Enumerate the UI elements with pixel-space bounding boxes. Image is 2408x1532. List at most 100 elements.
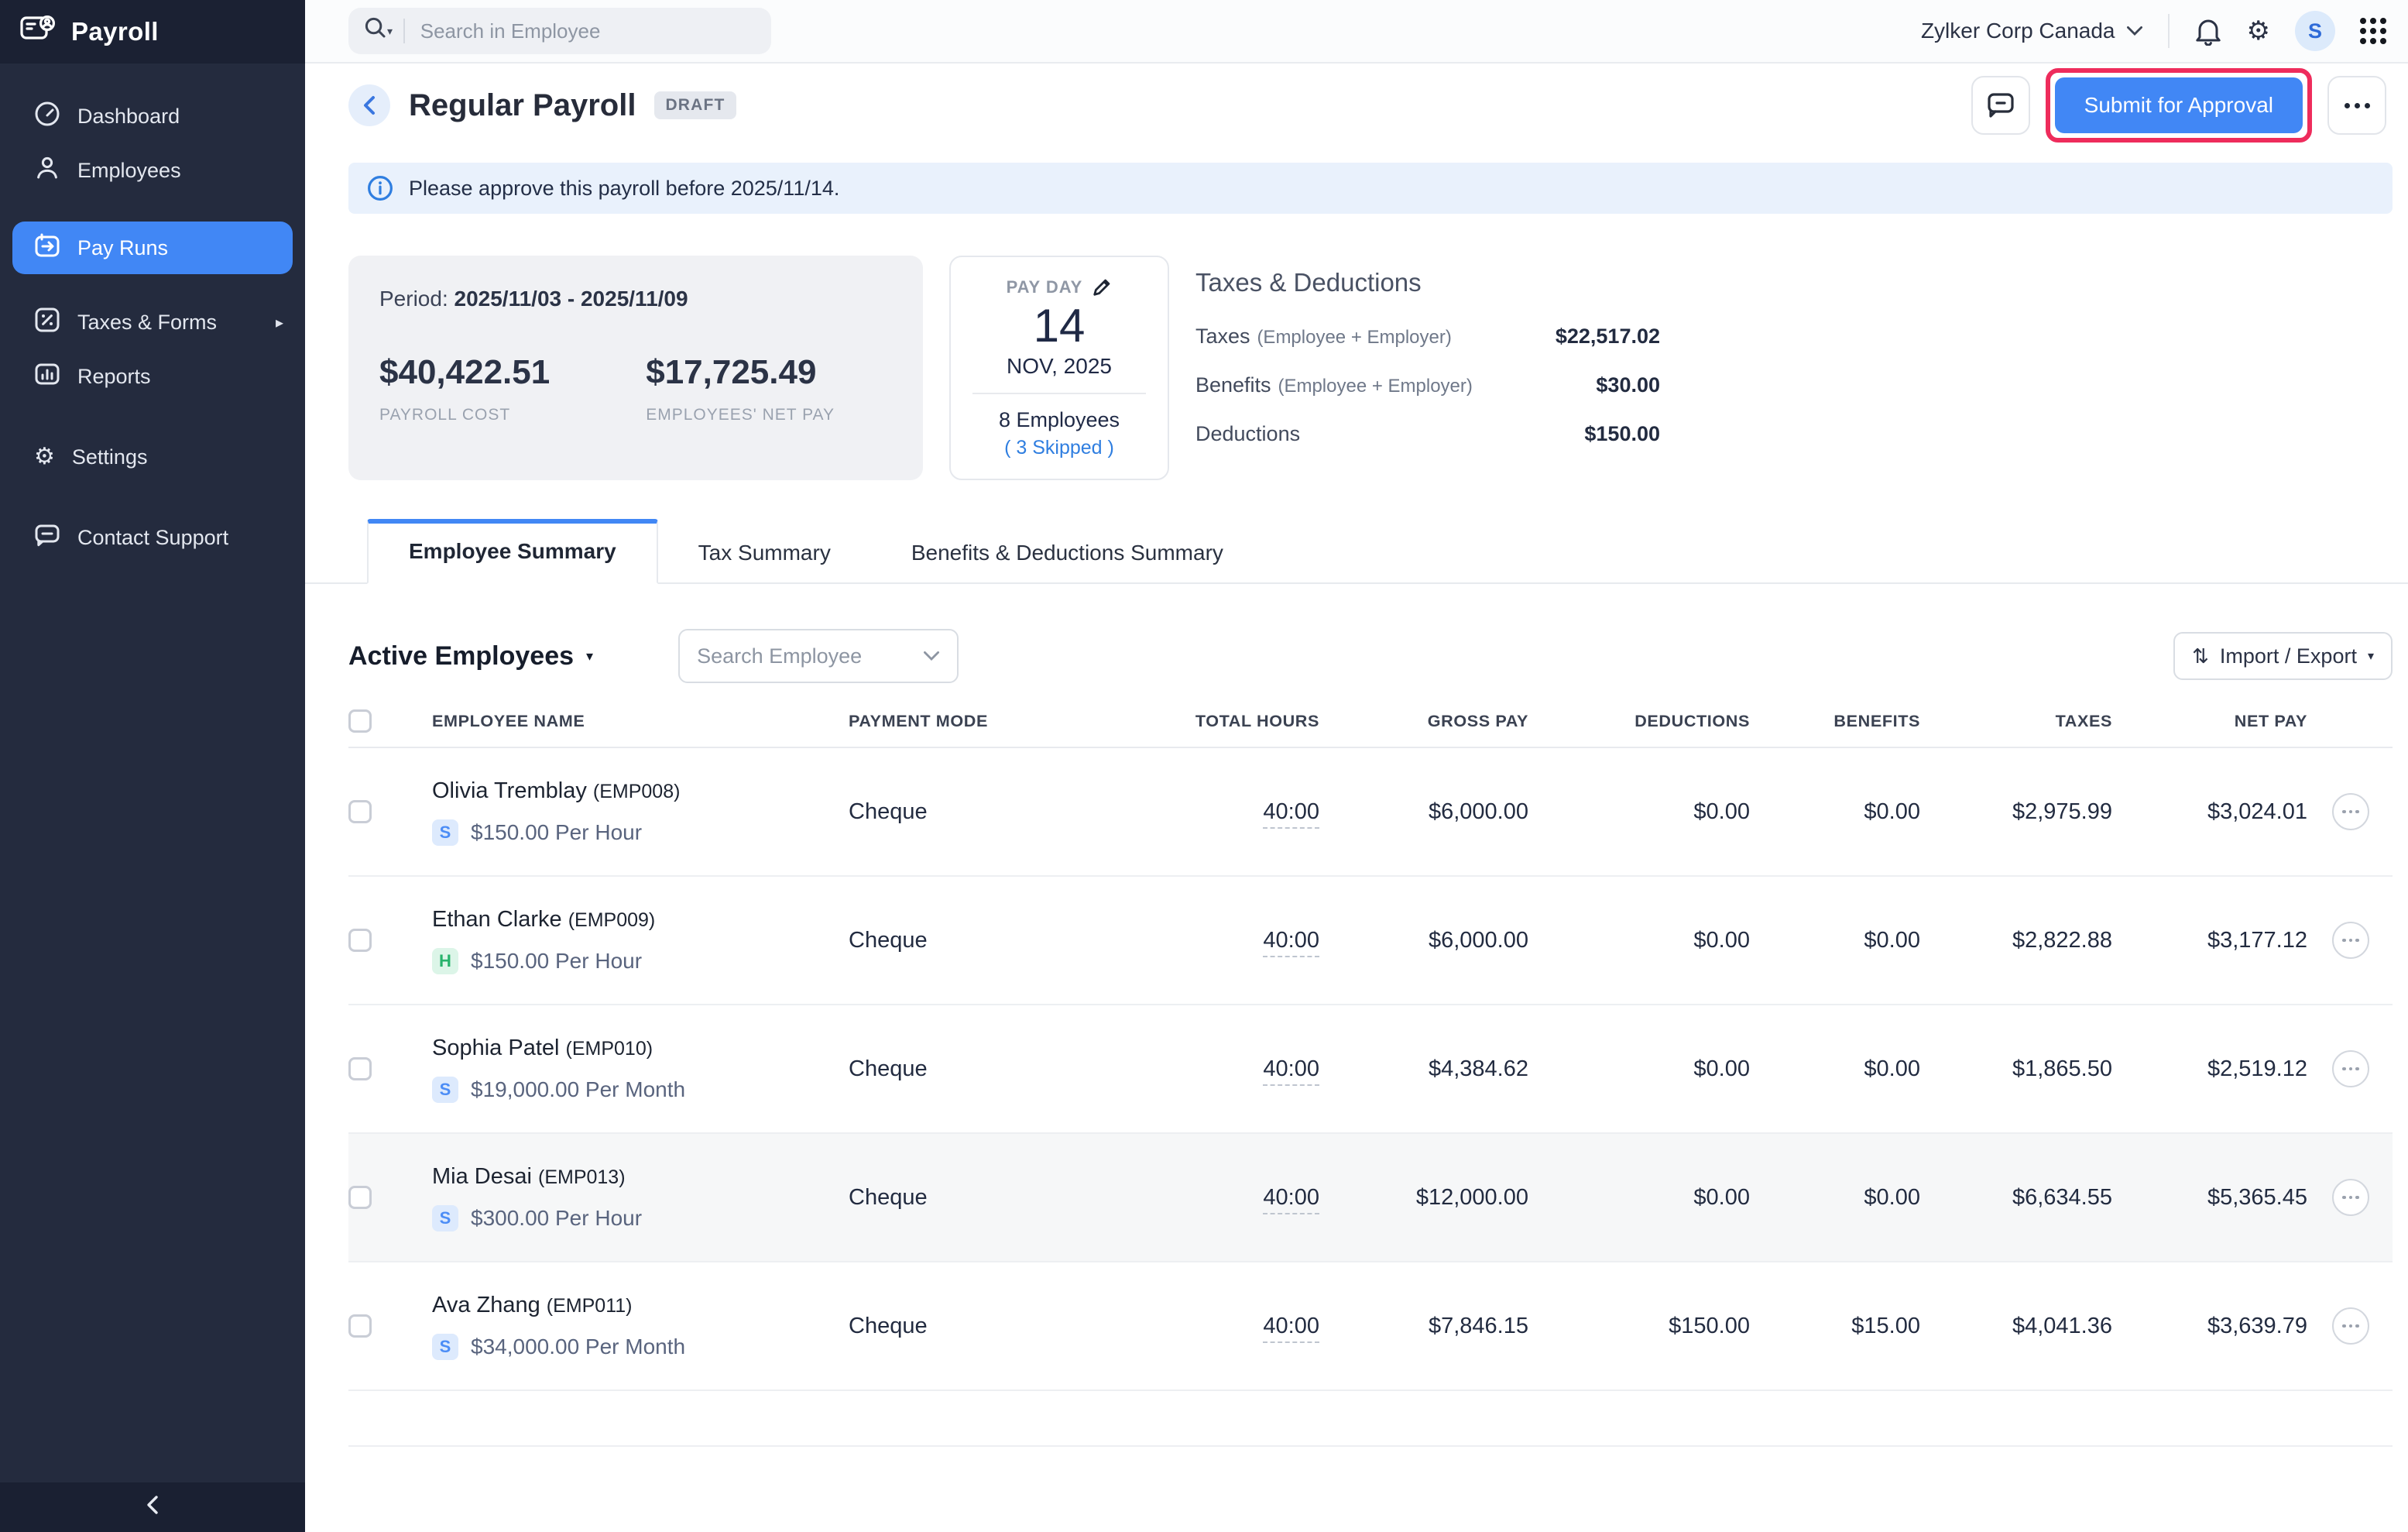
topbar-right: Zylker Corp Canada ⚙ S bbox=[1921, 11, 2386, 51]
net-pay: $3,177.12 bbox=[2112, 928, 2307, 953]
benefits-row: Benefits (Employee + Employer) $30.00 bbox=[1195, 369, 1660, 398]
col-benefits: BENEFITS bbox=[1750, 711, 1920, 731]
taxes: $4,041.36 bbox=[1920, 1314, 2112, 1339]
row-actions-button[interactable] bbox=[2332, 793, 2369, 830]
tab-tax-summary[interactable]: Tax Summary bbox=[658, 524, 871, 582]
import-export-button[interactable]: ⇅ Import / Export ▾ bbox=[2173, 632, 2393, 680]
more-options-button[interactable] bbox=[2327, 76, 2386, 135]
pay-rate: $150.00 Per Hour bbox=[471, 820, 642, 845]
total-hours[interactable]: 40:00 bbox=[1263, 1314, 1319, 1343]
payment-mode: Cheque bbox=[849, 1185, 1112, 1211]
apps-grid-icon[interactable] bbox=[2360, 18, 2386, 44]
status-badge: DRAFT bbox=[654, 91, 736, 119]
sidebar-item-reports[interactable]: Reports bbox=[0, 350, 305, 403]
row-checkbox[interactable] bbox=[348, 1314, 372, 1338]
org-selector[interactable]: Zylker Corp Canada bbox=[1921, 19, 2143, 43]
dashboard-icon bbox=[34, 101, 60, 132]
org-name: Zylker Corp Canada bbox=[1921, 19, 2115, 43]
table-toolbar: Active Employees ▾ ⇅ Import / Export ▾ bbox=[348, 629, 2393, 683]
import-export-label: Import / Export bbox=[2220, 644, 2357, 668]
global-search[interactable]: ▾ bbox=[348, 8, 771, 54]
caret-down-icon: ▾ bbox=[2368, 648, 2374, 664]
notifications-button[interactable] bbox=[2194, 16, 2222, 46]
payroll-cost-value: $40,422.51 bbox=[379, 353, 550, 392]
sidebar-item-pay-runs[interactable]: Pay Runs bbox=[12, 222, 293, 274]
payday-day: 14 bbox=[951, 299, 1168, 352]
sidebar-collapse-button[interactable] bbox=[0, 1482, 305, 1532]
annotation-highlight-box: Submit for Approval bbox=[2046, 68, 2312, 143]
employee-name[interactable]: Sophia Patel (EMP010) bbox=[432, 1036, 849, 1061]
net-pay: $3,024.01 bbox=[2112, 799, 2307, 825]
pay-rate: $300.00 Per Hour bbox=[471, 1206, 642, 1231]
tab-benefits-deductions-summary[interactable]: Benefits & Deductions Summary bbox=[871, 524, 1264, 582]
skipped-employees-link[interactable]: ( 3 Skipped ) bbox=[951, 437, 1168, 459]
sidebar-item-employees[interactable]: Employees bbox=[0, 144, 305, 197]
total-hours[interactable]: 40:00 bbox=[1263, 1185, 1319, 1214]
user-avatar[interactable]: S bbox=[2295, 11, 2335, 51]
global-search-input[interactable] bbox=[420, 19, 756, 43]
row-actions-button[interactable] bbox=[2332, 922, 2369, 959]
search-employee-input[interactable] bbox=[697, 644, 883, 668]
row-actions-button[interactable] bbox=[2332, 1307, 2369, 1345]
chevron-down-icon bbox=[923, 651, 940, 661]
sidebar-item-contact-support[interactable]: Contact Support bbox=[0, 511, 305, 564]
chevron-down-icon bbox=[2126, 26, 2143, 36]
ellipsis-icon bbox=[2345, 103, 2370, 108]
employee-name[interactable]: Ava Zhang (EMP011) bbox=[432, 1293, 849, 1318]
row-actions-button[interactable] bbox=[2332, 1050, 2369, 1087]
row-checkbox[interactable] bbox=[348, 1057, 372, 1080]
row-checkbox[interactable] bbox=[348, 929, 372, 952]
sidebar-nav: Dashboard Employees Pay Runs bbox=[0, 64, 305, 564]
employee-type-badge: H bbox=[432, 948, 458, 974]
payday-card: PAY DAY 14 NOV, 2025 8 Employees ( 3 Ski… bbox=[949, 256, 1169, 480]
total-hours[interactable]: 40:00 bbox=[1263, 799, 1319, 829]
import-export-icon: ⇅ bbox=[2192, 644, 2209, 668]
row-checkbox[interactable] bbox=[348, 1186, 372, 1209]
comments-button[interactable] bbox=[1971, 76, 2030, 135]
employee-filter-dropdown[interactable]: Active Employees ▾ bbox=[348, 641, 593, 672]
row-checkbox[interactable] bbox=[348, 800, 372, 823]
payment-mode: Cheque bbox=[849, 928, 1112, 953]
total-hours[interactable]: 40:00 bbox=[1263, 1056, 1319, 1086]
select-all-checkbox[interactable] bbox=[348, 709, 372, 733]
gross-pay: $12,000.00 bbox=[1319, 1185, 1528, 1211]
employee-name[interactable]: Ethan Clarke (EMP009) bbox=[432, 907, 849, 933]
sidebar-item-settings[interactable]: ⚙ Settings bbox=[0, 431, 305, 483]
back-button[interactable] bbox=[348, 84, 390, 126]
deductions-row: Deductions $150.00 bbox=[1195, 418, 1660, 447]
search-employee-select[interactable] bbox=[678, 629, 959, 683]
payroll-cost-label: PAYROLL COST bbox=[379, 406, 550, 424]
bell-icon bbox=[2194, 16, 2222, 46]
payday-label: PAY DAY bbox=[1007, 277, 1083, 297]
taxes-deductions-section: Taxes & Deductions Taxes (Employee + Emp… bbox=[1195, 256, 1660, 467]
submit-for-approval-button[interactable]: Submit for Approval bbox=[2055, 77, 2303, 133]
app-logo-header: Payroll bbox=[0, 0, 305, 64]
table-row: Sophia Patel (EMP010) S$19,000.00 Per Mo… bbox=[348, 1005, 2393, 1134]
total-hours[interactable]: 40:00 bbox=[1263, 928, 1319, 957]
gross-pay: $6,000.00 bbox=[1319, 799, 1528, 825]
deductions: $0.00 bbox=[1528, 799, 1750, 825]
row-actions-button[interactable] bbox=[2332, 1179, 2369, 1216]
col-payment-mode: PAYMENT MODE bbox=[849, 711, 1112, 731]
payday-month-year: NOV, 2025 bbox=[951, 354, 1168, 379]
sidebar-item-taxes-forms[interactable]: Taxes & Forms ▸ bbox=[0, 296, 305, 349]
sidebar-item-dashboard[interactable]: Dashboard bbox=[0, 90, 305, 143]
period-label: Period: bbox=[379, 287, 448, 311]
employee-name[interactable]: Olivia Tremblay (EMP008) bbox=[432, 778, 849, 804]
settings-button[interactable]: ⚙ bbox=[2247, 15, 2270, 46]
tab-employee-summary[interactable]: Employee Summary bbox=[367, 519, 658, 584]
page-title: Regular Payroll bbox=[409, 88, 636, 123]
edit-pencil-icon[interactable] bbox=[1092, 277, 1112, 297]
approval-banner: Please approve this payroll before 2025/… bbox=[348, 163, 2393, 214]
pay-rate: $150.00 Per Hour bbox=[471, 949, 642, 974]
taxes: $1,865.50 bbox=[1920, 1056, 2112, 1082]
caret-down-icon: ▾ bbox=[586, 648, 593, 665]
employee-type-badge: S bbox=[432, 1077, 458, 1103]
submenu-arrow-icon: ▸ bbox=[276, 313, 283, 332]
app-root: Payroll Dashboard Employees bbox=[0, 0, 2408, 1532]
net-pay: $3,639.79 bbox=[2112, 1314, 2307, 1339]
search-scope-caret-icon[interactable]: ▾ bbox=[387, 25, 393, 38]
payment-mode: Cheque bbox=[849, 1056, 1112, 1082]
employee-name[interactable]: Mia Desai (EMP013) bbox=[432, 1164, 849, 1190]
table-row: Olivia Tremblay (EMP008) S$150.00 Per Ho… bbox=[348, 748, 2393, 877]
